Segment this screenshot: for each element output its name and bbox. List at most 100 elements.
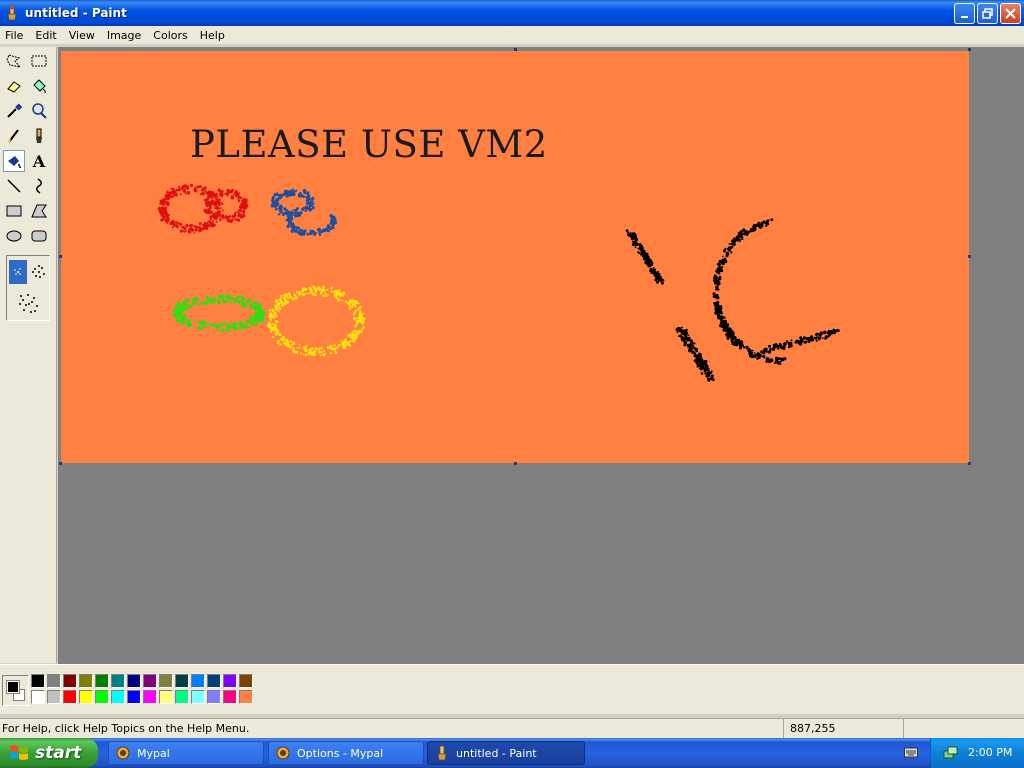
palette-swatch[interactable] — [159, 690, 173, 704]
brush-icon — [36, 128, 42, 143]
menu-help[interactable]: Help — [194, 29, 231, 42]
pick-color-tool[interactable] — [3, 100, 25, 122]
palette-swatch[interactable] — [127, 690, 141, 704]
taskbar-item-label: Mypal — [137, 746, 170, 760]
menu-edit[interactable]: Edit — [29, 29, 62, 42]
palette-swatch[interactable] — [207, 690, 221, 704]
paint-app-icon — [437, 745, 447, 761]
mypal-icon — [276, 746, 290, 760]
palette-swatch[interactable] — [159, 674, 173, 688]
line-tool[interactable] — [3, 175, 25, 197]
palette-swatch[interactable] — [239, 690, 253, 704]
status-help-text: For Help, click Help Topics on the Help … — [2, 722, 250, 735]
curve-icon — [36, 178, 42, 194]
resize-handle-top — [514, 48, 517, 51]
color-palette — [0, 664, 1024, 714]
taskbar-item-mypal[interactable]: Mypal — [108, 741, 264, 765]
eraser-tool[interactable] — [3, 75, 25, 97]
airbrush-size-small[interactable] — [9, 260, 27, 284]
airbrush-icon — [8, 156, 21, 168]
palette-swatch[interactable] — [111, 690, 125, 704]
palette-swatch[interactable] — [79, 690, 93, 704]
taskbar: start Mypal Options - Mypal untitled - P… — [0, 738, 1024, 768]
ellipse-tool[interactable] — [3, 225, 25, 247]
palette-swatch[interactable] — [63, 690, 77, 704]
taskbar-item-options-mypal[interactable]: Options - Mypal — [268, 741, 424, 765]
palette-swatch[interactable] — [31, 674, 45, 688]
line-icon — [7, 179, 21, 193]
palette-swatch[interactable] — [47, 690, 61, 704]
palette-swatch[interactable] — [223, 674, 237, 688]
text-tool[interactable]: A — [28, 150, 50, 172]
palette-swatch[interactable] — [63, 674, 77, 688]
resize-handle-top-right — [968, 48, 971, 51]
free-form-select-icon — [6, 54, 22, 68]
select-tool[interactable] — [28, 50, 50, 72]
palette-swatch[interactable] — [95, 674, 109, 688]
resize-handle-bottom[interactable] — [514, 462, 517, 465]
taskbar-item-paint[interactable]: untitled - Paint — [427, 741, 585, 765]
palette-swatch[interactable] — [191, 674, 205, 688]
palette-swatch[interactable] — [111, 674, 125, 688]
start-button[interactable]: start — [0, 738, 98, 768]
polygon-tool[interactable] — [28, 200, 50, 222]
paint-app-icon — [7, 5, 17, 21]
canvas-workspace: PLEASE USE VM2 — [58, 47, 1024, 664]
rectangle-tool[interactable] — [3, 200, 25, 222]
fill-tool[interactable] — [28, 75, 50, 97]
curve-tool[interactable] — [28, 175, 50, 197]
start-label: start — [35, 743, 82, 763]
magnifier-tool[interactable] — [28, 100, 50, 122]
minimize-button[interactable] — [954, 3, 975, 24]
airbrush-size-options — [6, 255, 50, 321]
clock[interactable]: 2:00 PM — [968, 746, 1012, 759]
resize-handle-left — [59, 255, 62, 258]
palette-swatch[interactable] — [175, 674, 189, 688]
close-button[interactable] — [1000, 3, 1021, 24]
drawing-canvas[interactable]: PLEASE USE VM2 — [61, 51, 969, 463]
text-icon: A — [32, 151, 46, 171]
brush-tool[interactable] — [28, 125, 50, 147]
palette-swatch[interactable] — [95, 690, 109, 704]
airbrush-size-large[interactable] — [15, 290, 43, 318]
taskbar-item-label: Options - Mypal — [297, 746, 384, 760]
restore-icon — [982, 8, 993, 19]
menu-bar: File Edit View Image Colors Help — [0, 26, 1024, 44]
airbrush-size-medium[interactable] — [29, 260, 49, 284]
fill-bucket-icon — [33, 79, 46, 94]
palette-swatch[interactable] — [127, 674, 141, 688]
palette-swatch[interactable] — [79, 674, 93, 688]
mypal-icon — [116, 746, 130, 760]
resize-handle-bottom-left — [59, 462, 62, 465]
palette-swatch[interactable] — [47, 674, 61, 688]
palette-swatch[interactable] — [143, 674, 157, 688]
eraser-icon — [7, 81, 21, 93]
palette-swatch[interactable] — [207, 674, 221, 688]
menu-view[interactable]: View — [63, 29, 101, 42]
palette-swatch[interactable] — [31, 690, 45, 704]
keyboard-icon[interactable] — [904, 746, 918, 758]
palette-swatch[interactable] — [223, 690, 237, 704]
title-bar: untitled - Paint — [0, 0, 1024, 26]
resize-handle-bottom-right[interactable] — [968, 462, 971, 465]
restore-button[interactable] — [977, 3, 998, 24]
ellipse-icon — [6, 230, 22, 242]
menu-colors[interactable]: Colors — [147, 29, 193, 42]
window-title: untitled - Paint — [25, 6, 127, 20]
rounded-rectangle-tool[interactable] — [28, 225, 50, 247]
foreground-color-box — [6, 680, 20, 694]
pencil-tool[interactable] — [3, 125, 25, 147]
palette-swatch[interactable] — [239, 674, 253, 688]
free-form-select-tool[interactable] — [3, 50, 25, 72]
spray-small-icon — [14, 268, 21, 275]
network-icon[interactable] — [943, 745, 959, 761]
palette-swatch[interactable] — [191, 690, 205, 704]
windows-flag-icon — [10, 745, 28, 760]
airbrush-tool[interactable] — [3, 150, 25, 172]
palette-swatch[interactable] — [143, 690, 157, 704]
magnifier-icon — [32, 103, 47, 119]
menu-file[interactable]: File — [0, 29, 29, 42]
palette-swatch[interactable] — [175, 690, 189, 704]
resize-handle-right[interactable] — [968, 255, 971, 258]
menu-image[interactable]: Image — [101, 29, 147, 42]
